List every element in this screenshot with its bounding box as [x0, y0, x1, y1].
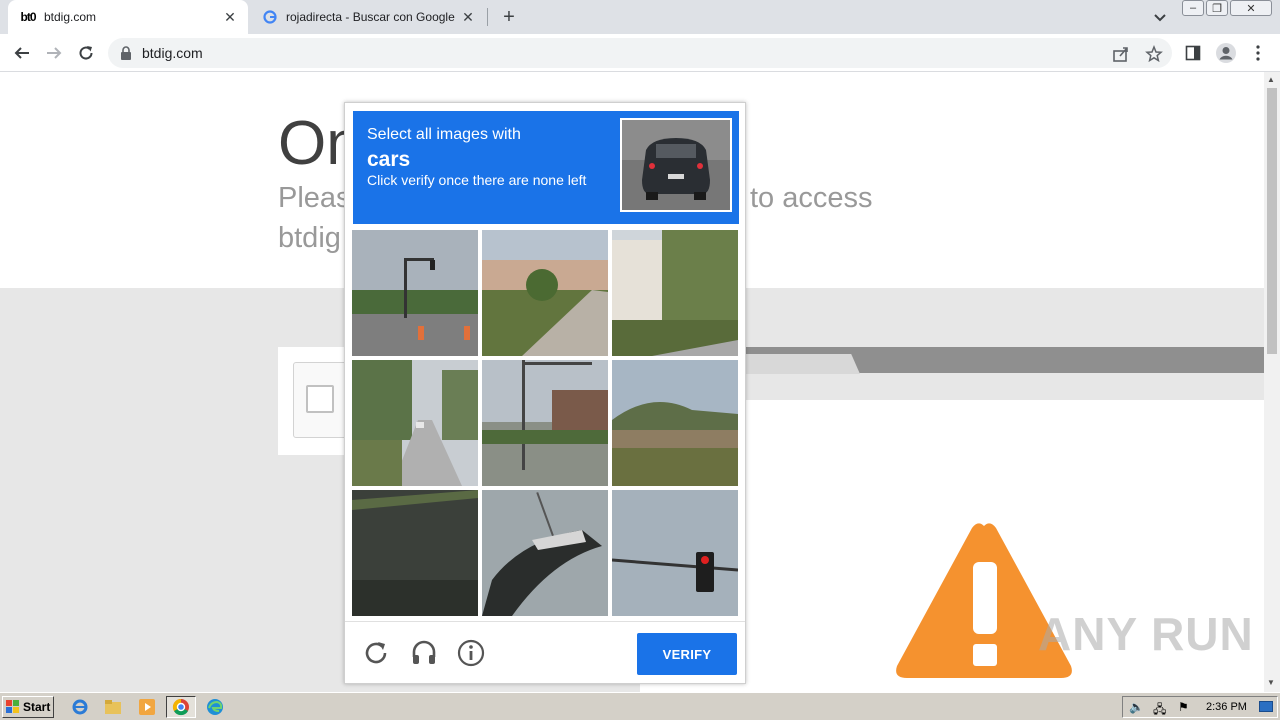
captcha-tile[interactable]: [482, 230, 608, 356]
info-icon[interactable]: [457, 639, 485, 667]
back-button[interactable]: [10, 41, 34, 65]
start-label: Start: [23, 700, 51, 714]
url-text: btdig.com: [142, 45, 203, 61]
captcha-tile[interactable]: [612, 360, 738, 486]
windows-flag-icon: [6, 700, 19, 713]
side-panel-icon[interactable]: [1185, 45, 1203, 63]
chrome-icon: [172, 698, 189, 716]
taskbar-clock[interactable]: 2:36 PM: [1206, 701, 1247, 713]
close-tab-icon[interactable]: ✕: [458, 7, 478, 27]
anyrun-watermark: ANY RUN: [1038, 608, 1254, 660]
subtitle-fragment-right: to access: [750, 182, 873, 214]
captcha-image-grid: [352, 230, 740, 618]
tab-divider: [487, 8, 488, 26]
windows-taskbar: Start 🔈 🖧 ⚑ 2:36 PM: [0, 692, 1280, 720]
scroll-down-icon[interactable]: ▼: [1267, 678, 1275, 687]
captcha-prompt-header: Select all images with cars Click verify…: [353, 111, 739, 224]
verify-button[interactable]: VERIFY: [637, 633, 737, 675]
profile-avatar-icon[interactable]: [1215, 42, 1237, 64]
scrollbar-thumb[interactable]: [1267, 88, 1277, 354]
file-explorer-icon[interactable]: [104, 698, 122, 716]
page-scrollbar[interactable]: ▲ ▼: [1264, 72, 1280, 692]
captcha-footer-divider: [345, 621, 745, 622]
lock-icon[interactable]: [120, 46, 132, 65]
edge-icon[interactable]: [206, 698, 224, 716]
new-tab-button[interactable]: +: [498, 6, 520, 28]
scroll-up-icon[interactable]: ▲: [1267, 75, 1275, 84]
captcha-tile[interactable]: [612, 490, 738, 616]
captcha-tile[interactable]: [482, 490, 608, 616]
restore-button[interactable]: ❐: [1206, 0, 1228, 16]
tab-search-chevron-icon[interactable]: [1150, 7, 1170, 27]
captcha-challenge-popup: Select all images with cars Click verify…: [344, 102, 746, 684]
system-tray: 🔈 🖧 ⚑: [1122, 696, 1278, 718]
tab-btdig[interactable]: bt0 btdig.com ✕: [8, 0, 248, 34]
subtitle-line-two: btdig: [278, 222, 341, 254]
captcha-instruction: Select all images with: [367, 126, 521, 143]
network-icon[interactable]: 🖧: [1153, 700, 1166, 720]
tab-title: rojadirecta - Buscar con Google: [286, 10, 455, 24]
captcha-tile[interactable]: [482, 360, 608, 486]
captcha-checkbox[interactable]: [306, 385, 334, 413]
tab-strip: bt0 btdig.com ✕ rojadirecta - Buscar con…: [0, 0, 1280, 34]
captcha-instruction-secondary: Click verify once there are none left: [367, 172, 587, 188]
internet-explorer-icon[interactable]: [71, 698, 89, 716]
chrome-taskbar-button[interactable]: [166, 696, 196, 718]
minimize-button[interactable]: –: [1182, 0, 1204, 16]
browser-toolbar: btdig.com: [0, 34, 1280, 72]
captcha-tile[interactable]: [352, 230, 478, 356]
audio-challenge-headphones-icon[interactable]: [410, 639, 438, 667]
volume-icon[interactable]: 🔈: [1129, 700, 1144, 714]
share-icon[interactable]: [1112, 45, 1130, 63]
address-bar[interactable]: btdig.com: [108, 38, 1172, 68]
tab-google-search[interactable]: rojadirecta - Buscar con Google ✕: [250, 0, 486, 34]
close-tab-icon[interactable]: ✕: [220, 7, 240, 27]
forward-button[interactable]: [42, 41, 66, 65]
btdig-favicon: bt0: [20, 10, 37, 24]
captcha-target-word: cars: [367, 148, 411, 171]
window-controls: – ❐ ✕: [1182, 0, 1272, 16]
media-player-icon[interactable]: [138, 698, 156, 716]
close-window-button[interactable]: ✕: [1230, 0, 1272, 16]
start-button[interactable]: Start: [2, 696, 54, 718]
refresh-icon[interactable]: [362, 639, 390, 667]
captcha-tile[interactable]: [612, 230, 738, 356]
tab-title: btdig.com: [44, 10, 97, 24]
menu-kebab-icon[interactable]: [1250, 44, 1268, 62]
captcha-sample-image: [620, 118, 732, 212]
reload-button[interactable]: [74, 41, 98, 65]
captcha-tile[interactable]: [352, 360, 478, 486]
show-desktop-icon[interactable]: [1259, 701, 1273, 712]
subtitle-fragment-left: Pleas: [278, 182, 351, 214]
google-icon: [260, 9, 280, 25]
captcha-tile[interactable]: [352, 490, 478, 616]
bookmark-star-icon[interactable]: [1145, 44, 1163, 63]
action-center-flag-icon[interactable]: ⚑: [1178, 700, 1189, 714]
